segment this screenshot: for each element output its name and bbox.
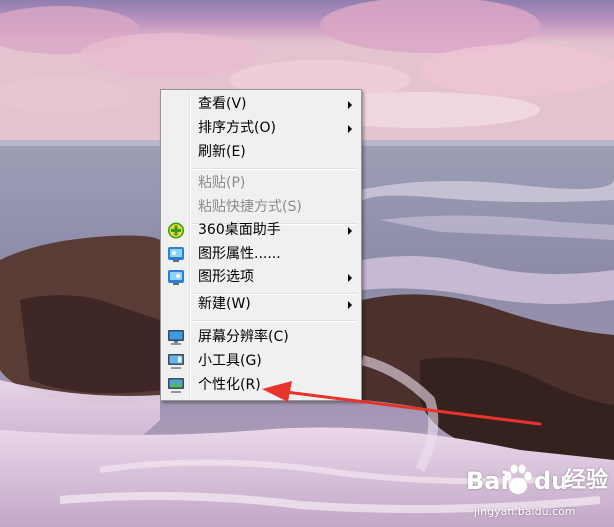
- menu-item-label: 粘贴快捷方式(S): [198, 199, 302, 215]
- menu-item-gadgets[interactable]: 小工具(G): [163, 350, 359, 373]
- menu-item-personalize[interactable]: 个性化(R): [163, 374, 359, 397]
- menu-item-label: 个性化(R): [198, 377, 261, 393]
- menu-item-label: 360桌面助手: [198, 222, 281, 238]
- menu-item-label: 图形选项: [198, 269, 254, 285]
- menu-item-screen-resolution[interactable]: 屏幕分辨率(C): [163, 326, 359, 349]
- menu-item-refresh[interactable]: 刷新(E): [163, 141, 359, 164]
- menu-item-new[interactable]: 新建(W): [163, 293, 359, 316]
- desktop-context-menu: 查看(V) 排序方式(O) 刷新(E) 粘贴(P) 粘贴快捷方式(S) 360桌…: [160, 89, 362, 401]
- menu-item-graphics-properties[interactable]: 图形属性......: [163, 243, 359, 266]
- desktop[interactable]: 查看(V) 排序方式(O) 刷新(E) 粘贴(P) 粘贴快捷方式(S) 360桌…: [0, 0, 614, 527]
- menu-item-view[interactable]: 查看(V): [163, 93, 359, 116]
- submenu-arrow-icon: [348, 301, 352, 309]
- menu-item-sort-by[interactable]: 排序方式(O): [163, 117, 359, 140]
- baidu-paw-icon: [504, 464, 532, 494]
- menu-item-label: 刷新(E): [198, 144, 246, 160]
- menu-item-label: 查看(V): [198, 96, 247, 112]
- 360-plus-icon: [168, 222, 184, 239]
- menu-separator: [192, 168, 357, 170]
- gadgets-icon: [168, 354, 184, 369]
- watermark-url: jingyan.baidu.com: [474, 505, 576, 518]
- menu-item-graphics-options[interactable]: 图形选项: [163, 266, 359, 289]
- menu-separator: [192, 320, 357, 322]
- submenu-arrow-icon: [348, 227, 352, 235]
- submenu-arrow-icon: [348, 101, 352, 109]
- monitor-icon: [168, 330, 184, 345]
- submenu-arrow-icon: [348, 274, 352, 282]
- menu-item-paste-shortcut: 粘贴快捷方式(S): [163, 196, 359, 219]
- menu-item-label: 图形属性......: [198, 246, 281, 262]
- submenu-arrow-icon: [348, 125, 352, 133]
- graphics-properties-icon: [168, 247, 184, 262]
- graphics-options-icon: [168, 270, 184, 285]
- menu-item-label: 小工具(G): [198, 353, 262, 369]
- menu-item-label: 粘贴(P): [198, 175, 246, 191]
- menu-item-360-desktop-helper[interactable]: 360桌面助手: [163, 219, 359, 242]
- menu-item-label: 新建(W): [198, 296, 251, 312]
- personalize-icon: [168, 378, 184, 393]
- menu-item-paste: 粘贴(P): [163, 172, 359, 195]
- baidu-jingyan-watermark: Bai du 经验 jingyan.baidu.com: [466, 463, 610, 525]
- watermark-product: 经验: [564, 468, 609, 493]
- menu-item-label: 屏幕分辨率(C): [198, 329, 289, 345]
- menu-item-label: 排序方式(O): [198, 120, 276, 136]
